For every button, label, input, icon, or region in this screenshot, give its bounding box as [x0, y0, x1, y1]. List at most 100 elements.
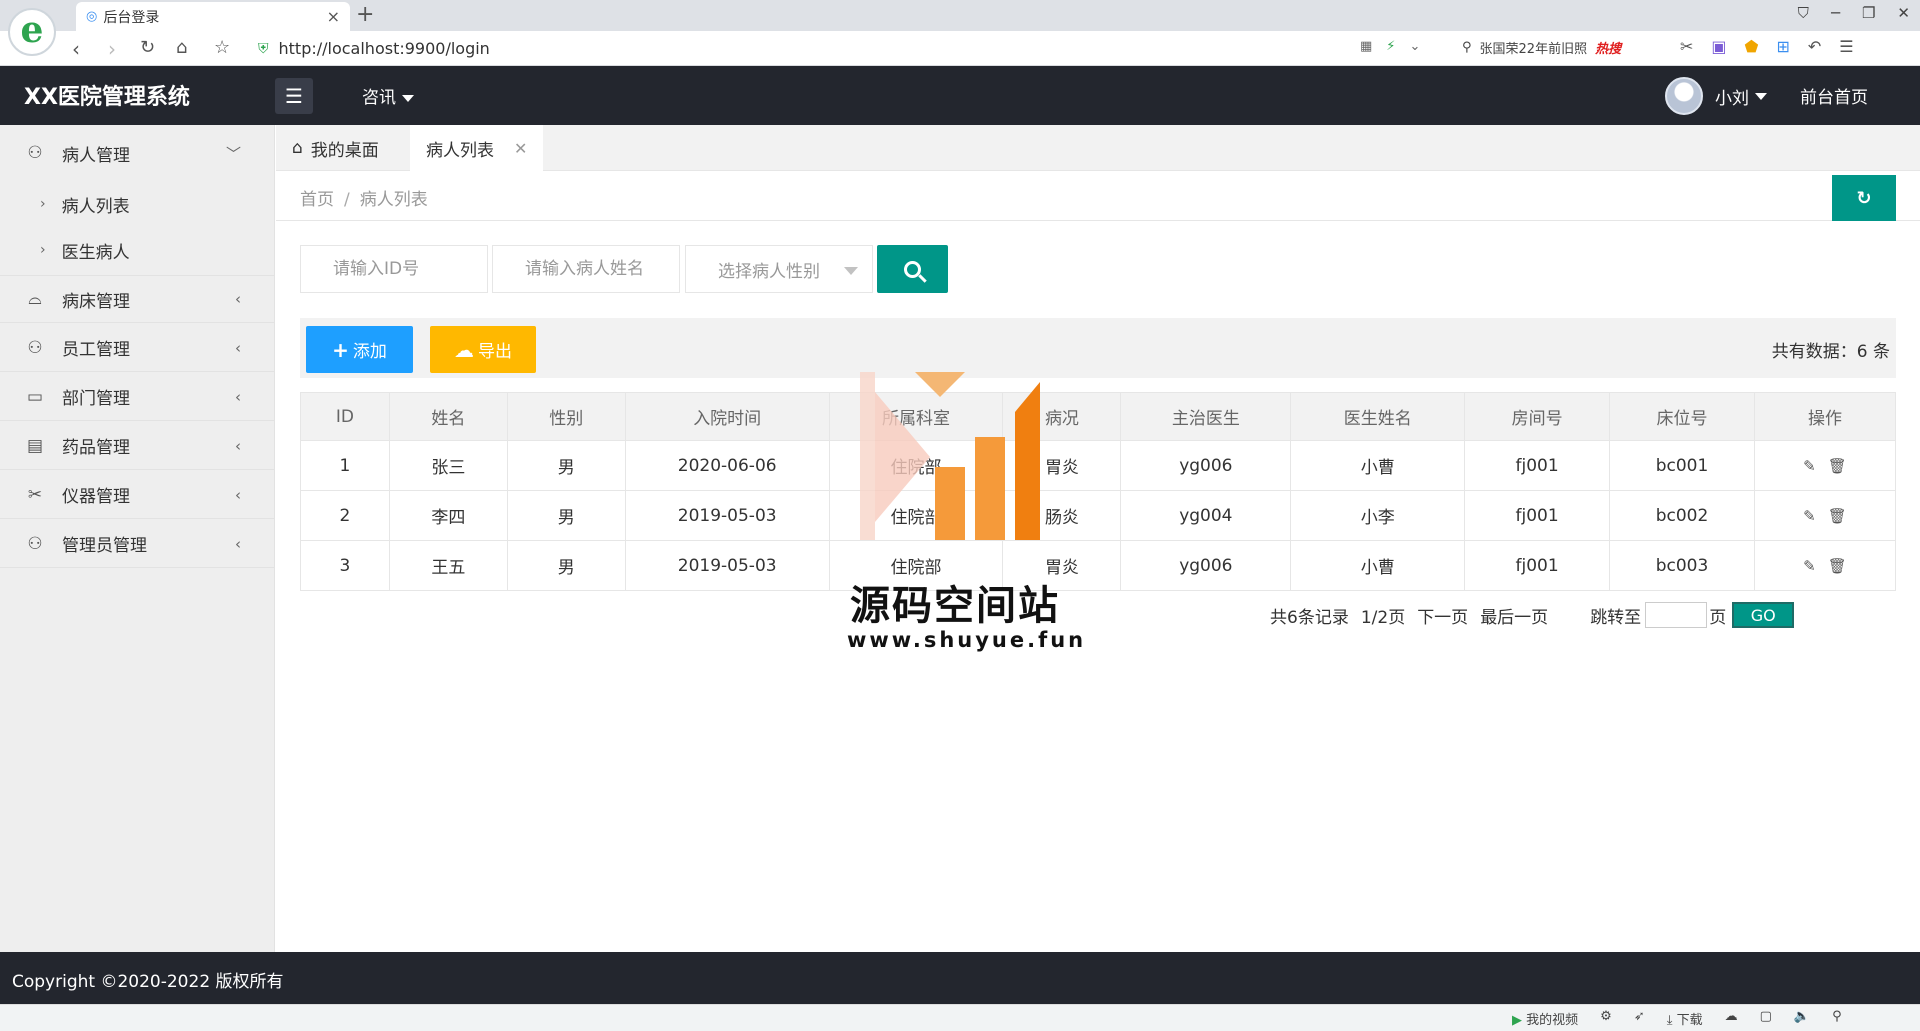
breadcrumb-home[interactable]: 首页: [300, 190, 334, 210]
my-video-link[interactable]: ▶ 我的视频: [1512, 1009, 1578, 1028]
app-logo: XX医院管理系统: [24, 85, 190, 110]
tab-desktop[interactable]: ⌂ 我的桌面: [276, 125, 395, 171]
edit-icon[interactable]: ✎: [1803, 507, 1816, 525]
download-link[interactable]: ⤓ 下载: [1667, 1009, 1703, 1028]
table-cell: fj001: [1464, 490, 1611, 541]
reload-icon[interactable]: ↻: [140, 37, 155, 58]
total-value: 6: [1856, 342, 1868, 362]
sidebar-item-patient[interactable]: ⚇ 病人管理 ﹀: [0, 125, 275, 181]
name-search-input[interactable]: [492, 245, 680, 293]
breadcrumb-current: 病人列表: [359, 190, 428, 210]
tab-patient-list[interactable]: 病人列表 ✕: [410, 125, 544, 171]
rocket-icon[interactable]: ➶: [1634, 1009, 1645, 1028]
browser-logo[interactable]: e: [8, 8, 56, 56]
delete-icon[interactable]: 🗑: [1828, 557, 1847, 575]
chevron-right-icon: ›: [40, 242, 46, 258]
window-icon[interactable]: ▢: [1760, 1009, 1772, 1028]
translate-icon[interactable]: ▣: [1711, 37, 1726, 56]
delete-icon[interactable]: 🗑: [1828, 507, 1847, 525]
staff-icon: ⚇: [27, 337, 43, 358]
scissors-icon[interactable]: ✂: [1680, 37, 1693, 56]
sidebar-item-instrument[interactable]: ✂ 仪器管理 ‹: [0, 471, 275, 519]
cloud-upload-icon: ☁: [454, 337, 474, 362]
tab-close-icon[interactable]: ×: [327, 7, 340, 26]
front-home-link[interactable]: 前台首页: [1800, 83, 1868, 108]
nav-news-label: 咨讯: [362, 88, 396, 108]
restore-icon[interactable]: ❐: [1862, 4, 1875, 22]
table-header-row: ID 姓名 性别 入院时间 所属科室 病况 主治医生 医生姓名 房间号 床位号 …: [300, 392, 1897, 441]
pager-records: 共6条记录: [1270, 607, 1349, 628]
play-icon: ▶: [1512, 1013, 1522, 1028]
back-icon[interactable]: ‹: [72, 37, 80, 61]
bookmark-star-icon[interactable]: ☆: [214, 37, 230, 58]
cloud-icon[interactable]: ☁: [1725, 1009, 1738, 1028]
sidebar-subitem-patient-list[interactable]: › 病人列表: [0, 181, 275, 227]
page-jump-input[interactable]: [1645, 602, 1708, 628]
nav-news-menu[interactable]: 咨讯: [362, 83, 414, 108]
username: 小刘: [1715, 88, 1749, 109]
table-cell: 2019-05-03: [624, 540, 830, 591]
sidebar-item-label: 病床管理: [62, 291, 130, 312]
shield-extension-icon[interactable]: ⬟: [1745, 37, 1759, 56]
table-cell: 男: [506, 440, 626, 491]
id-search-input[interactable]: [300, 245, 488, 293]
refresh-button[interactable]: ↻: [1832, 175, 1896, 221]
copyright-text: Copyright ©2020-2022 版权所有: [12, 972, 284, 992]
gender-select[interactable]: 选择病人性别: [685, 245, 873, 293]
settings-icon[interactable]: ⚙: [1600, 1009, 1612, 1028]
undo-icon[interactable]: ↶: [1808, 37, 1821, 56]
url-field[interactable]: ⛨ http://localhost:9900/login: [258, 35, 1438, 62]
column-header: 床位号: [1609, 392, 1755, 441]
forward-icon[interactable]: ›: [108, 37, 116, 61]
avatar: [1665, 77, 1703, 115]
pager-next[interactable]: 下一页: [1417, 603, 1468, 628]
browser-search[interactable]: ⚲ 张国荣22年前旧照 热搜: [1462, 38, 1621, 57]
add-button[interactable]: + 添加: [306, 326, 413, 373]
browser-tab-title: 后台登录: [103, 9, 160, 26]
window-controls: ⛉ ─ ❐ ✕: [1798, 4, 1910, 22]
sidebar-item-staff[interactable]: ⚇ 员工管理 ‹: [0, 324, 275, 372]
sidebar-item-label: 部门管理: [62, 389, 130, 409]
globe-icon: ◎: [86, 9, 98, 24]
search-button[interactable]: [877, 245, 948, 293]
pin-icon[interactable]: ⛉: [1798, 4, 1809, 22]
home-icon[interactable]: ⌂: [176, 37, 187, 58]
close-icon[interactable]: ✕: [514, 139, 527, 158]
table-cell: bc001: [1609, 440, 1755, 491]
delete-icon[interactable]: 🗑: [1828, 457, 1847, 475]
volume-icon[interactable]: 🔈: [1794, 1009, 1810, 1028]
sidebar-item-bed[interactable]: ⌓ 病床管理 ‹: [0, 275, 275, 323]
dropdown-icon[interactable]: ⌄: [1409, 39, 1420, 54]
export-button-label: 导出: [478, 342, 512, 362]
menu-toggle-button[interactable]: ☰: [275, 78, 313, 114]
tab-patient-list-label: 病人列表: [426, 140, 494, 161]
zoom-icon[interactable]: ⚲: [1832, 1009, 1842, 1028]
column-header: 房间号: [1464, 392, 1611, 441]
browser-tab[interactable]: ◎ 后台登录 ×: [76, 2, 350, 31]
sidebar-item-department[interactable]: ▭ 部门管理 ‹: [0, 373, 275, 421]
close-window-icon[interactable]: ✕: [1897, 4, 1910, 22]
minimize-icon[interactable]: ─: [1831, 4, 1840, 22]
column-header: 性别: [506, 392, 626, 441]
apps-icon[interactable]: ⊞: [1776, 37, 1789, 56]
export-button[interactable]: ☁ 导出: [430, 326, 536, 373]
table-cell: bc002: [1609, 490, 1755, 541]
column-header: 主治医生: [1120, 392, 1292, 441]
qr-icon[interactable]: ▦: [1360, 39, 1372, 54]
lightning-icon[interactable]: ⚡: [1386, 39, 1395, 54]
edit-icon[interactable]: ✎: [1803, 557, 1816, 575]
sidebar-item-medicine[interactable]: ▤ 药品管理 ‹: [0, 422, 275, 470]
sidebar-item-label: 药品管理: [62, 438, 130, 458]
column-header: 入院时间: [624, 392, 830, 441]
user-icon: ⚇: [27, 143, 43, 163]
go-button[interactable]: GO: [1732, 602, 1795, 628]
user-menu[interactable]: 小刘: [1665, 77, 1767, 115]
sidebar-subitem-doctor-patient[interactable]: › 医生病人: [0, 227, 275, 273]
sidebar-item-admin[interactable]: ⚇ 管理员管理 ‹: [0, 520, 275, 568]
url-text: http://localhost:9900/login: [278, 39, 490, 58]
browser-menu-icon[interactable]: ☰: [1839, 37, 1853, 56]
sidebar-item-label: 病人管理: [62, 145, 130, 166]
edit-icon[interactable]: ✎: [1803, 457, 1816, 475]
new-tab-button[interactable]: +: [356, 2, 374, 27]
pager-last[interactable]: 最后一页: [1480, 603, 1548, 628]
